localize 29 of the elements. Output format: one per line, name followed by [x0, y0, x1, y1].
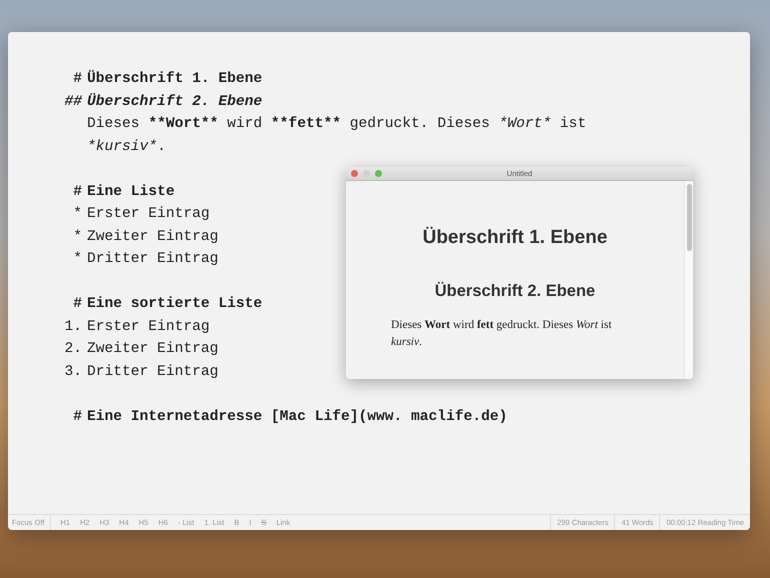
markdown-marker: # — [73, 70, 82, 89]
preview-subheading: Überschrift 2. Ebene — [434, 282, 596, 301]
markdown-text: Zweiter Eintrag — [87, 228, 218, 246]
markdown-marker: # — [73, 182, 82, 202]
markdown-marker: 2. — [64, 340, 82, 359]
markdown-text: Überschrift 1. Ebene — [87, 69, 262, 89]
preview-paragraph: Dieses Wort wird fett gedruckt. Dieses Wort ist kursiv. — [391, 318, 613, 350]
markdown-text: Eine Liste — [87, 182, 175, 202]
markdown-text: Eine sortierte Liste — [87, 295, 262, 314]
markdown-text: Dritter Eintrag — [87, 362, 218, 382]
markdown-marker: * — [73, 205, 82, 224]
markdown-marker: # — [73, 295, 82, 314]
markdown-marker: * — [73, 228, 82, 246]
markdown-text: Überschrift 2. Ebene — [87, 92, 262, 112]
scrollbar-thumb[interactable] — [686, 184, 692, 251]
window-control-dot[interactable] — [351, 170, 358, 177]
markdown-text: Dieses **Wort** wird **fett** gedruckt. Dieses *Wort* ist *kursiv*. — [87, 115, 588, 156]
markdown-text: Erster Eintrag — [87, 205, 210, 224]
markdown-text: Erster Eintrag — [87, 318, 210, 336]
markdown-text: Eine Internetadresse [Mac Life](www. maclife.de) — [87, 408, 508, 426]
markdown-text: Dritter Eintrag — [87, 250, 218, 269]
markdown-marker: # — [73, 408, 82, 426]
markdown-text: Zweiter Eintrag — [87, 340, 218, 359]
markdown-marker: 3. — [64, 362, 82, 382]
markdown-marker: * — [73, 250, 82, 269]
markdown-marker: ## — [64, 92, 82, 112]
window-control-dot[interactable] — [375, 170, 382, 177]
preview-heading: Überschrift 1. Ebene — [422, 227, 608, 249]
markdown-marker: 1. — [64, 318, 82, 336]
